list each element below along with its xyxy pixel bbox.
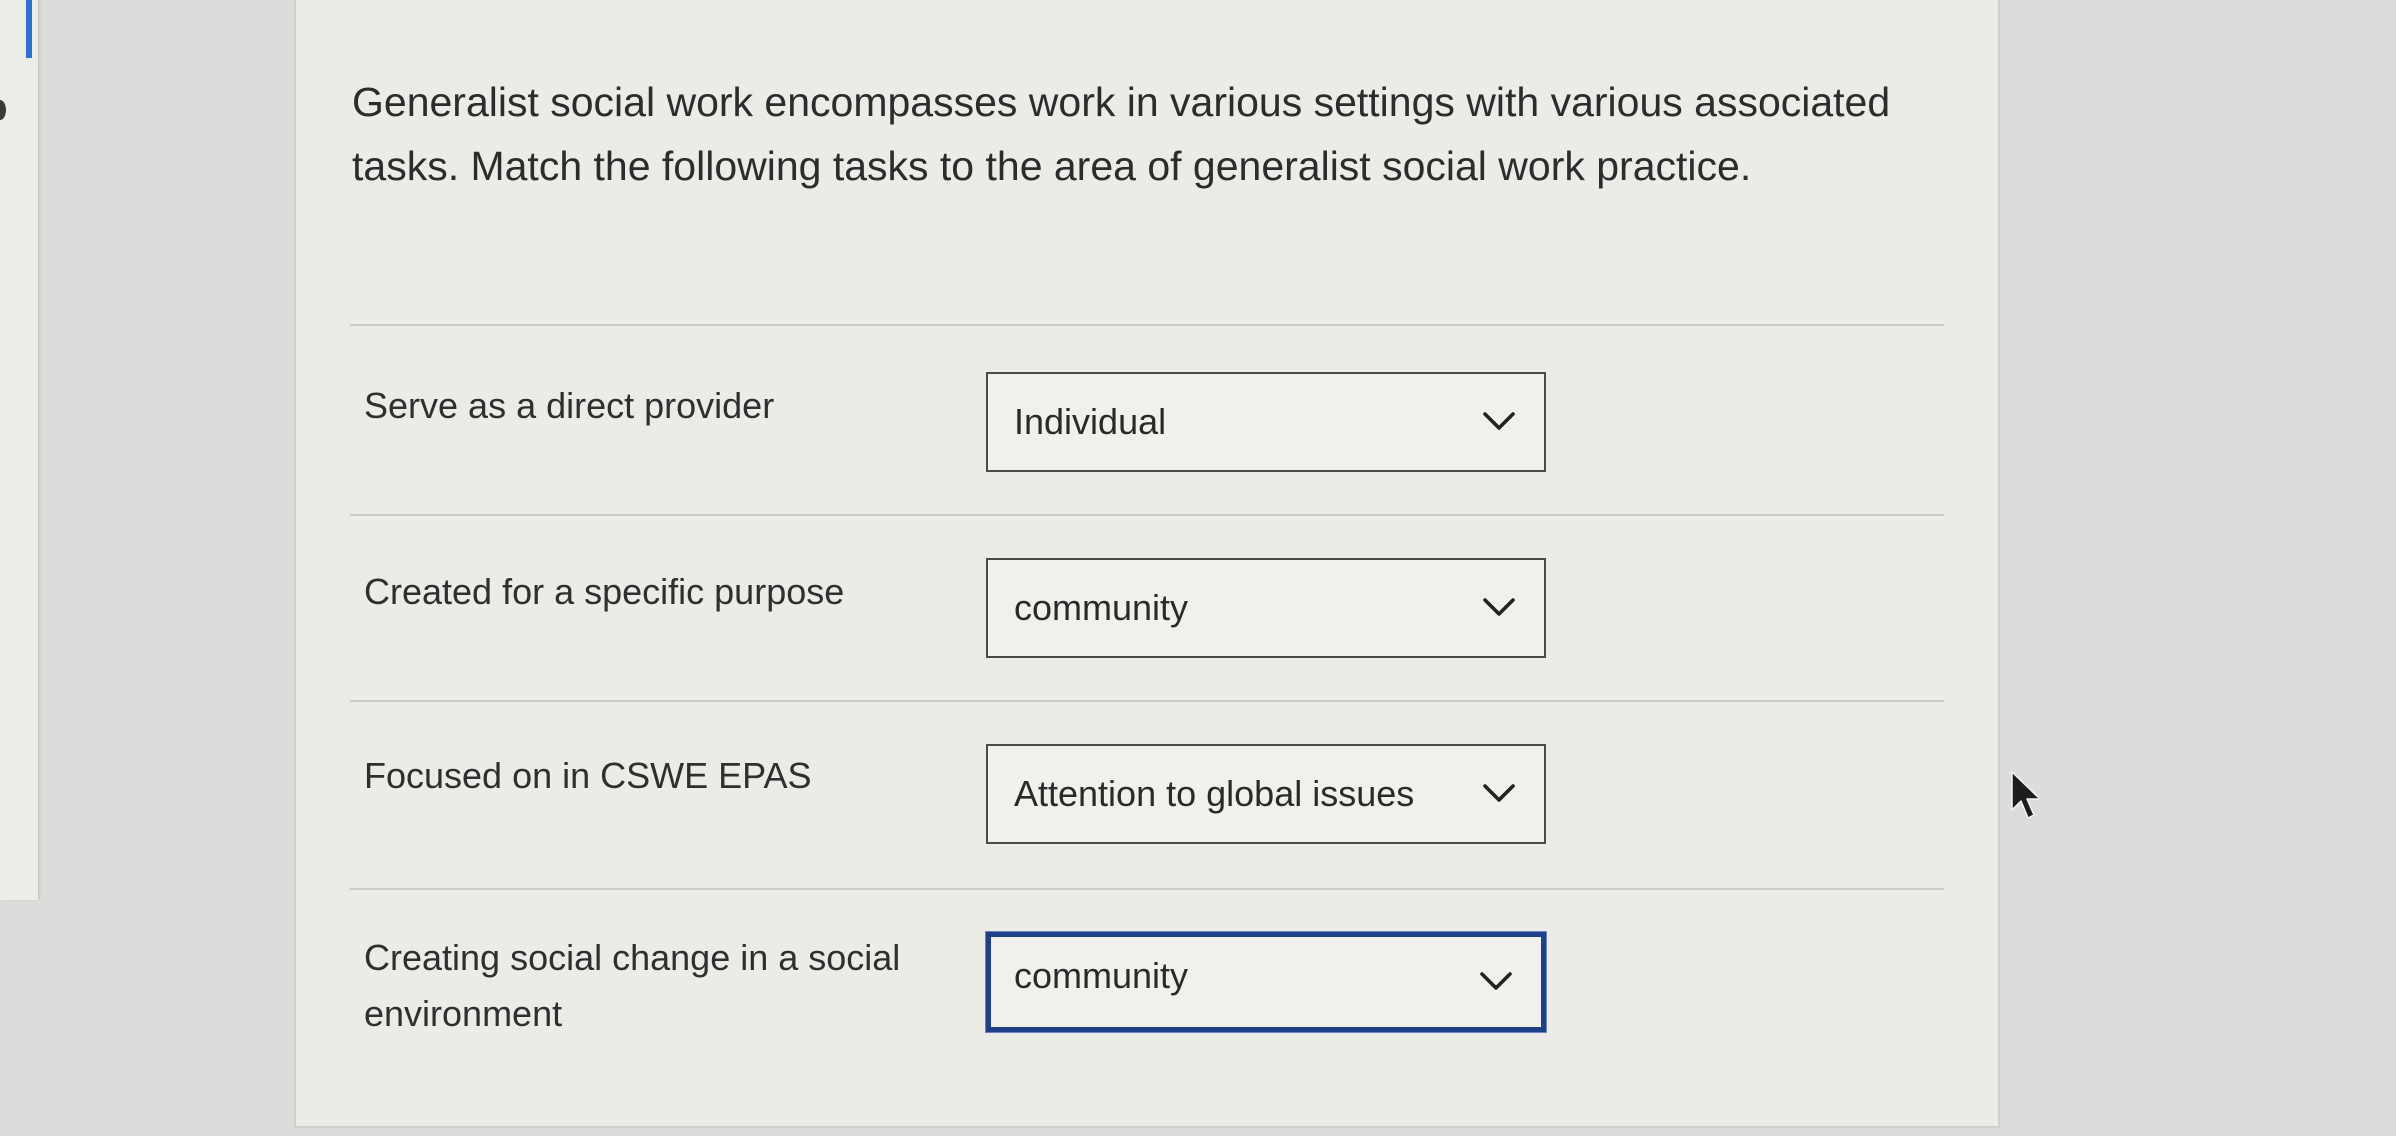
mouse-pointer-icon	[2011, 771, 2041, 819]
match-row-label: Creating social change in a social envir…	[364, 937, 901, 1034]
chevron-down-icon	[1483, 784, 1515, 802]
match-row-label: Focused on in CSWE EPAS	[364, 755, 812, 796]
match-row-label: Created for a specific purpose	[364, 571, 845, 612]
dropdown-selected-value: Attention to global issues	[1014, 773, 1415, 814]
dropdown-selected-value: Individual	[1014, 401, 1167, 442]
divider	[350, 888, 1944, 890]
left-side-panel	[0, 0, 39, 900]
answer-dropdown[interactable]: Individual	[986, 372, 1546, 472]
divider	[350, 700, 1944, 702]
answer-dropdown[interactable]: community	[986, 558, 1546, 658]
answer-dropdown[interactable]: community	[986, 932, 1546, 1032]
left-accent-bar	[26, 0, 32, 58]
chevron-down-icon	[1483, 598, 1515, 616]
match-row-label: Serve as a direct provider	[364, 385, 775, 426]
dropdown-selected-value: community	[1014, 587, 1189, 628]
chevron-down-icon	[1480, 972, 1512, 990]
question-prompt: Generalist social work encompasses work …	[352, 79, 1891, 189]
divider	[350, 514, 1944, 516]
divider	[350, 324, 1944, 326]
question-card: Generalist social work encompasses work …	[294, 0, 2000, 1128]
chevron-down-icon	[1483, 412, 1515, 430]
dropdown-selected-value: community	[1014, 955, 1189, 996]
answer-dropdown[interactable]: Attention to global issues	[986, 744, 1546, 844]
